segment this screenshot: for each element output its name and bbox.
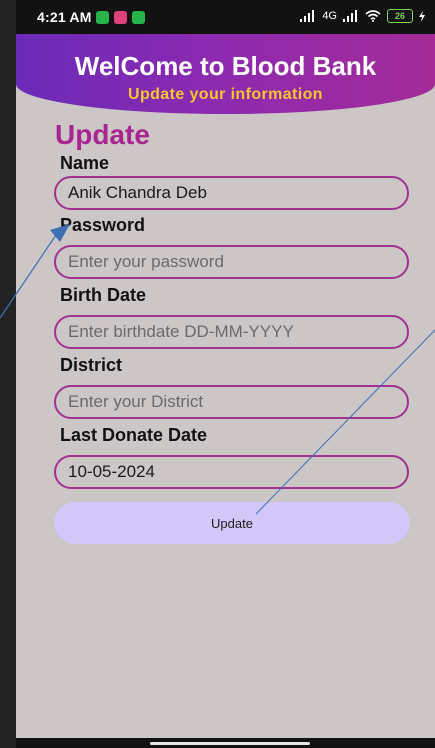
youtube-icon (114, 11, 127, 24)
whatsapp-icon (132, 11, 145, 24)
status-bar: 4:21 AM 4G 26 (16, 0, 435, 34)
last-donate-date-input[interactable] (54, 455, 409, 489)
status-icons: 4G 26 (300, 9, 425, 23)
app-screen: 4:21 AM 4G 26 WelCome to Blood Bank Upda… (16, 0, 435, 748)
header-subtitle: Update your information (128, 86, 323, 103)
header-title: WelCome to Blood Bank (74, 51, 377, 81)
name-input[interactable] (54, 176, 409, 210)
signal-icon (300, 10, 315, 22)
name-label: Name (60, 153, 110, 173)
wifi-icon (365, 10, 381, 22)
password-input[interactable] (54, 245, 409, 279)
navigation-bar (16, 738, 435, 748)
app-header: WelCome to Blood Bank Update your inform… (16, 34, 435, 114)
district-input[interactable] (54, 385, 409, 419)
birth-date-label: Birth Date (60, 285, 147, 305)
update-button[interactable]: Update (54, 502, 410, 544)
password-label: Password (60, 215, 146, 235)
network-type-label: 4G (322, 10, 337, 22)
form-title: Update (55, 119, 150, 150)
whatsapp-icon (96, 11, 109, 24)
birth-date-input[interactable] (54, 315, 409, 349)
home-indicator[interactable] (150, 742, 310, 745)
district-label: District (60, 355, 123, 375)
last-donate-date-label: Last Donate Date (60, 425, 208, 445)
charging-icon (419, 10, 425, 22)
status-time: 4:21 AM (37, 9, 92, 25)
battery-icon: 26 (387, 9, 413, 23)
signal-icon (343, 10, 357, 22)
